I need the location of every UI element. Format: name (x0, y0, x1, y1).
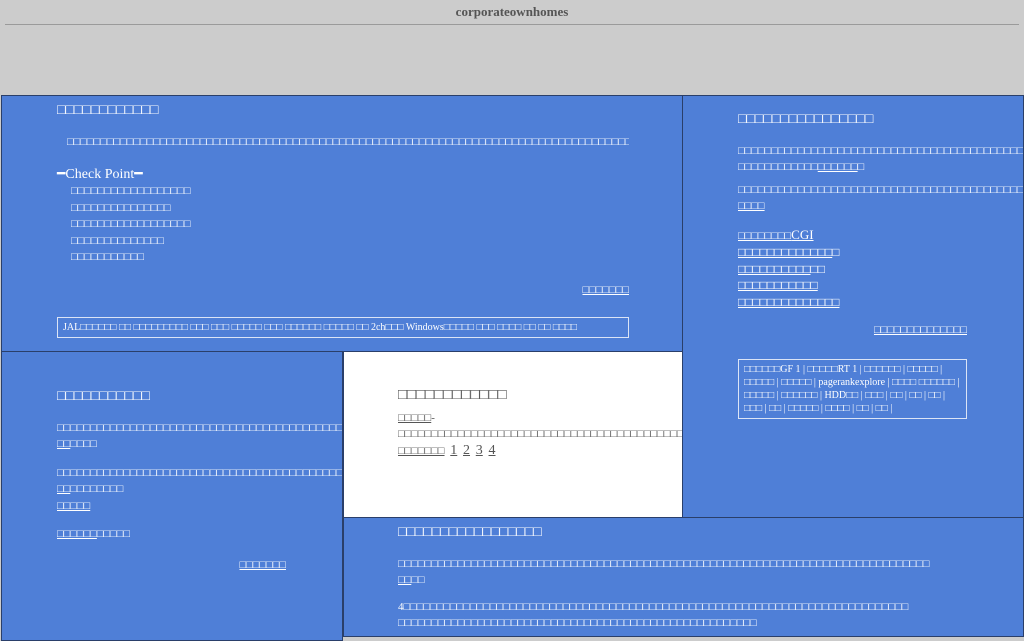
sidebar-link-item[interactable]: □□□□□□□□□□□ (738, 278, 818, 292)
main-article-panel: □□□□□□□□□□□□ □□□□□□□□□□□□□□□□□□□□□□□□□□□… (1, 95, 683, 353)
center-pagination: □□□□□□□ 1 2 3 4 (398, 443, 628, 460)
checkpoint-list: □□□□□□□□□□□□□□□□□□ □□□□□□□□□□□□□□□ □□□□□… (57, 183, 629, 266)
left-more-link[interactable]: □□□□□□□ (239, 559, 286, 571)
page-link-2[interactable]: 2 (463, 443, 470, 458)
sidebar-tag-box: □□□□□□GF 1 | □□□□□RT 1 | □□□□□□ | □□□□□ … (738, 358, 967, 419)
page-link-4[interactable]: 4 (489, 443, 496, 458)
sidebar-link-item[interactable]: □□□□□□□□□□ (738, 262, 810, 276)
checklist-item: □□□□□□□□□□□□□□□□□□ (71, 185, 191, 197)
sidebar-link-item[interactable]: □□□□□□□□□□□□□□ (738, 295, 839, 309)
left-link-a[interactable]: □□□□□ (57, 500, 90, 512)
page-link-1[interactable]: 1 (450, 443, 457, 458)
left-para2-tail: □□□□□□□□ (70, 483, 124, 495)
sidebar-para1-tail: □ (857, 161, 865, 173)
checklist-item: □□□□□□□□□□□□□□□ (71, 201, 171, 214)
sidebar-cgi-text: CGI (791, 226, 814, 242)
site-title[interactable]: corporateownhomes (0, 4, 1024, 20)
site-header: corporateownhomes (0, 0, 1024, 95)
sidebar-cgi-lead: □□□□□□□□ (738, 229, 792, 242)
bottom-para1-link[interactable]: □□ (398, 574, 411, 586)
left-article-panel: □□□□□□□□□□□ □□□□□□□□□□□□□□□□□□□□□□□□□□□□… (1, 351, 343, 641)
left-para2: □□□□□□□□□□□□□□□□□□□□□□□□□□□□□□□□□□□□□□□□… (57, 465, 342, 515)
bottom-para1-text: □□□□□□□□□□□□□□□□□□□□□□□□□□□□□□□□□□□□□□□□… (398, 557, 930, 570)
pages-label-link[interactable]: □□□□□□□ (398, 445, 445, 457)
left-para1-tail: □□□□ (70, 438, 97, 450)
sidebar-heading: □□□□□□□□□□□□□□□□ (738, 112, 874, 127)
left-para1-link[interactable]: □□ (57, 438, 70, 450)
sidebar-more-link[interactable]: □□□□□□□□□□□□□□ (874, 324, 967, 336)
tag-box: JAL□□□□□□ □□ □□□□□□□□□ □□□ □□□ □□□□□ □□□… (57, 317, 629, 338)
sidebar-cgi-link[interactable]: □□□□□□□□CGI (738, 226, 814, 242)
left-footer-link[interactable]: □□□□□□ (57, 528, 97, 540)
left-para1: □□□□□□□□□□□□□□□□□□□□□□□□□□□□□□□□□□□□□□□□… (57, 420, 342, 453)
header-divider (5, 24, 1019, 25)
sidebar-link-list: □□□□□□□□CGI □□□□□□□□□□□□□□ □□□□□□□□□□□□ … (738, 227, 967, 311)
left-footer-line: □□□□□□□□□□□ (57, 526, 286, 543)
main-heading: □□□□□□□□□□□□ (57, 103, 159, 118)
main-body: □□□□□□□□□□□□□□□□□□□□□□□□□□□□□□□□□□□□□□□□… (67, 135, 629, 148)
checklist-item: □□□□□□□□□□□□□□ (71, 234, 165, 247)
sidebar-tags[interactable]: □□□□□□GF 1 | □□□□□RT 1 | □□□□□□ | □□□□□ … (744, 364, 959, 414)
sidebar-link-tail: □□ (810, 261, 825, 276)
center-article-panel: □□□□□□□□□□□□ □□□□□-□□□□□□□□□□□□□□□□□□□□□… (343, 351, 683, 518)
left-heading: □□□□□□□□□□□ (57, 389, 151, 404)
sidebar-para1-link[interactable]: □□□□□□ (818, 161, 858, 173)
center-body: □□□□□-□□□□□□□□□□□□□□□□□□□□□□□□□□□□□□□□□□… (398, 410, 682, 443)
sidebar-para1-lead: □□□□□□□□□□□□ (738, 161, 818, 173)
sidebar-para1: □□□□□□□□□□□□□□□□□□□□□□□□□□□□□□□□□□□□□□□□… (738, 143, 1023, 176)
left-para2-link[interactable]: □□ (57, 483, 70, 495)
sidebar-link-tail: □ (832, 245, 840, 259)
center-body-link[interactable]: □□□□□ (398, 412, 431, 424)
left-para1-text: □□□□□□□□□□□□□□□□□□□□□□□□□□□□□□□□□□□□□□□□… (57, 421, 343, 434)
page-link-3[interactable]: 3 (476, 443, 483, 458)
left-para2-text: □□□□□□□□□□□□□□□□□□□□□□□□□□□□□□□□□□□□□□□□… (57, 466, 343, 479)
bottom-heading: □□□□□□□□□□□□□□□□□ (398, 525, 542, 540)
sidebar-para1-text: □□□□□□□□□□□□□□□□□□□□□□□□□□□□□□□□□□□□□□□□… (738, 144, 1024, 157)
sidebar-para2: □□□□□□□□□□□□□□□□□□□□□□□□□□□□□□□□□□□□□□□□… (738, 182, 1023, 215)
bottom-article-panel: □□□□□□□□□□□□□□□□□ □□□□□□□□□□□□□□□□□□□□□□… (343, 517, 1024, 637)
checklist-item: □□□□□□□□□□□ (71, 251, 145, 263)
sidebar-para2-link[interactable]: □□□□ (738, 200, 765, 212)
checkpoint-title: ━Check Point━ (57, 166, 143, 182)
main-more-link[interactable]: □□□□□□□ (582, 284, 629, 296)
checklist-item: □□□□□□□□□□□□□□□□□□ (71, 218, 191, 230)
center-heading: □□□□□□□□□□□□ (398, 387, 507, 403)
bottom-para1-tail: □□ (411, 574, 425, 586)
bottom-para2: 4□□□□□□□□□□□□□□□□□□□□□□□□□□□□□□□□□□□□□□□… (398, 600, 909, 630)
tag-line[interactable]: JAL□□□□□□ □□ □□□□□□□□□ □□□ □□□ □□□□□ □□□… (63, 322, 577, 333)
sidebar-link-item[interactable]: □□□□□□□□□□□□□ (738, 245, 832, 259)
sidebar-panel: □□□□□□□□□□□□□□□□ □□□□□□□□□□□□□□□□□□□□□□□… (682, 95, 1024, 518)
center-body-text: -□□□□□□□□□□□□□□□□□□□□□□□□□□□□□□□□□□□□□□□… (398, 411, 683, 441)
sidebar-para2-text: □□□□□□□□□□□□□□□□□□□□□□□□□□□□□□□□□□□□□□□□… (738, 183, 1024, 196)
bottom-para1: □□□□□□□□□□□□□□□□□□□□□□□□□□□□□□□□□□□□□□□□… (398, 556, 968, 589)
left-footer-tail: □□□□□ (96, 528, 131, 540)
